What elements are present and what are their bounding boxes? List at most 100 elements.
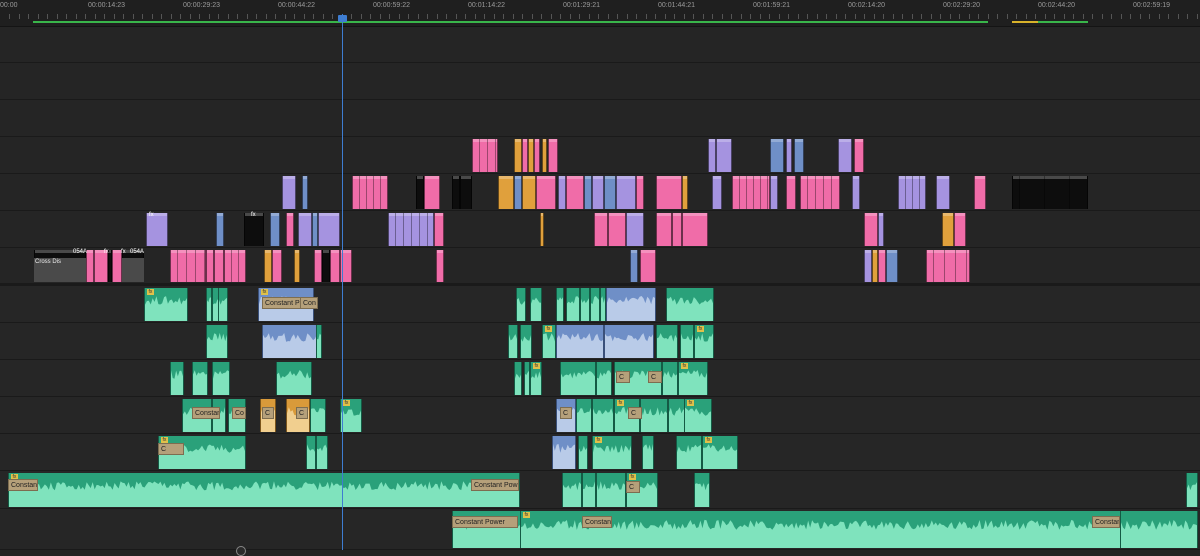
video-clip[interactable]: [566, 176, 584, 209]
audio-clip[interactable]: [556, 325, 604, 358]
video-clip[interactable]: [800, 176, 840, 209]
audio-clip[interactable]: [552, 436, 576, 469]
audio-clip[interactable]: fx: [520, 511, 1186, 548]
video-clip[interactable]: [214, 250, 224, 282]
video-clip[interactable]: [786, 176, 796, 209]
playhead-marker-icon[interactable]: [338, 15, 347, 22]
video-clip[interactable]: [732, 176, 770, 209]
video-clip[interactable]: [472, 139, 498, 172]
audio-clip[interactable]: fx: [592, 436, 632, 469]
video-track-3[interactable]: [0, 100, 1200, 137]
video-clip[interactable]: [584, 176, 592, 209]
video-clip[interactable]: [864, 213, 878, 246]
audio-clip[interactable]: fx: [530, 362, 542, 395]
transition-constant-power[interactable]: C: [262, 407, 274, 419]
video-clip[interactable]: [224, 250, 246, 282]
transition-constant-power[interactable]: C: [296, 407, 308, 419]
audio-clip[interactable]: [592, 399, 614, 432]
audio-clip[interactable]: [514, 362, 522, 395]
audio-clip[interactable]: [596, 473, 626, 507]
video-track-2[interactable]: [0, 63, 1200, 100]
playhead-line[interactable]: [342, 14, 343, 550]
video-clip[interactable]: [636, 176, 644, 209]
video-clip[interactable]: [264, 250, 272, 282]
audio-clip[interactable]: [662, 362, 678, 395]
video-clip[interactable]: [708, 139, 716, 172]
timeline-tracks[interactable]: Cross Dis 054A fx fx 054A fx fx fx fx fx fx fx fx fx f…: [0, 27, 1200, 550]
video-clip[interactable]: [854, 139, 864, 172]
video-clip[interactable]: [542, 139, 547, 172]
zoom-scroll-handle-icon[interactable]: [236, 546, 246, 556]
transition-constant-power[interactable]: C: [628, 407, 642, 419]
video-clip[interactable]: [974, 176, 986, 209]
video-clip[interactable]: [594, 213, 608, 246]
video-clip[interactable]: [352, 176, 388, 209]
video-clip[interactable]: [630, 250, 638, 282]
audio-clip[interactable]: [516, 288, 526, 321]
video-clip[interactable]: [286, 213, 294, 246]
transition-constant-power[interactable]: Constant Po: [8, 479, 38, 491]
audio-clip[interactable]: [556, 288, 564, 321]
video-clip[interactable]: [1012, 176, 1088, 209]
transition-constant-power[interactable]: Con: [300, 297, 318, 309]
video-clip[interactable]: [786, 139, 792, 172]
transition-constant-power[interactable]: Constant Po: [262, 297, 302, 309]
audio-clip[interactable]: [276, 362, 312, 395]
video-clip[interactable]: [770, 176, 778, 209]
video-clip[interactable]: [640, 250, 656, 282]
audio-clip[interactable]: [262, 325, 318, 358]
video-clip[interactable]: [460, 176, 472, 209]
video-clip[interactable]: [716, 139, 732, 172]
video-clip[interactable]: [682, 176, 688, 209]
audio-clip[interactable]: [562, 473, 582, 507]
video-clip[interactable]: [514, 139, 522, 172]
video-clip[interactable]: [272, 250, 282, 282]
audio-clip[interactable]: fx: [8, 473, 520, 507]
transition-constant-power[interactable]: Constant Po: [582, 516, 612, 528]
video-track-1[interactable]: [0, 27, 1200, 63]
video-clip[interactable]: [878, 250, 886, 282]
audio-clip[interactable]: [310, 399, 326, 432]
audio-clip[interactable]: [578, 436, 588, 469]
video-clip[interactable]: [626, 213, 644, 246]
video-clip[interactable]: [86, 250, 94, 282]
video-clip[interactable]: [322, 250, 330, 282]
video-clip[interactable]: [852, 176, 860, 209]
audio-clip[interactable]: [590, 288, 600, 321]
video-clip[interactable]: [536, 176, 556, 209]
transition-constant-power[interactable]: Constant Po: [1092, 516, 1120, 528]
video-clip[interactable]: [656, 176, 682, 209]
video-clip[interactable]: [558, 176, 566, 209]
video-clip[interactable]: [770, 139, 784, 172]
audio-clip[interactable]: [566, 288, 580, 321]
transition-constant-power[interactable]: C: [626, 481, 640, 493]
audio-clip[interactable]: [1186, 473, 1198, 507]
audio-clip[interactable]: [680, 325, 694, 358]
audio-clip[interactable]: [530, 288, 542, 321]
video-clip[interactable]: [878, 213, 884, 246]
video-clip[interactable]: [298, 213, 312, 246]
transition-constant-power[interactable]: Constant Power: [471, 479, 519, 491]
video-clip[interactable]: [616, 176, 636, 209]
video-clip[interactable]: [302, 176, 308, 209]
video-clip[interactable]: [682, 213, 708, 246]
video-clip[interactable]: [608, 213, 626, 246]
audio-clip[interactable]: [1120, 511, 1198, 548]
video-clip[interactable]: [314, 250, 322, 282]
video-clip[interactable]: [672, 213, 682, 246]
video-clip[interactable]: [436, 250, 444, 282]
audio-clip[interactable]: [508, 325, 518, 358]
video-track-4[interactable]: [0, 137, 1200, 174]
video-clip[interactable]: [592, 176, 604, 209]
audio-clip[interactable]: [170, 362, 184, 395]
timeline-ruler[interactable]: 00:00 00:00:14:23 00:00:29:23 00:00:44:22 00…: [0, 0, 1200, 27]
audio-clip[interactable]: [596, 362, 612, 395]
audio-clip[interactable]: [694, 473, 710, 507]
audio-clip[interactable]: [580, 288, 590, 321]
video-clip[interactable]: [282, 176, 296, 209]
video-clip[interactable]: [270, 213, 280, 246]
video-clip[interactable]: [330, 250, 340, 282]
video-clip[interactable]: [926, 250, 970, 282]
audio-clip[interactable]: [582, 473, 596, 507]
work-area-bar[interactable]: [1038, 21, 1088, 23]
